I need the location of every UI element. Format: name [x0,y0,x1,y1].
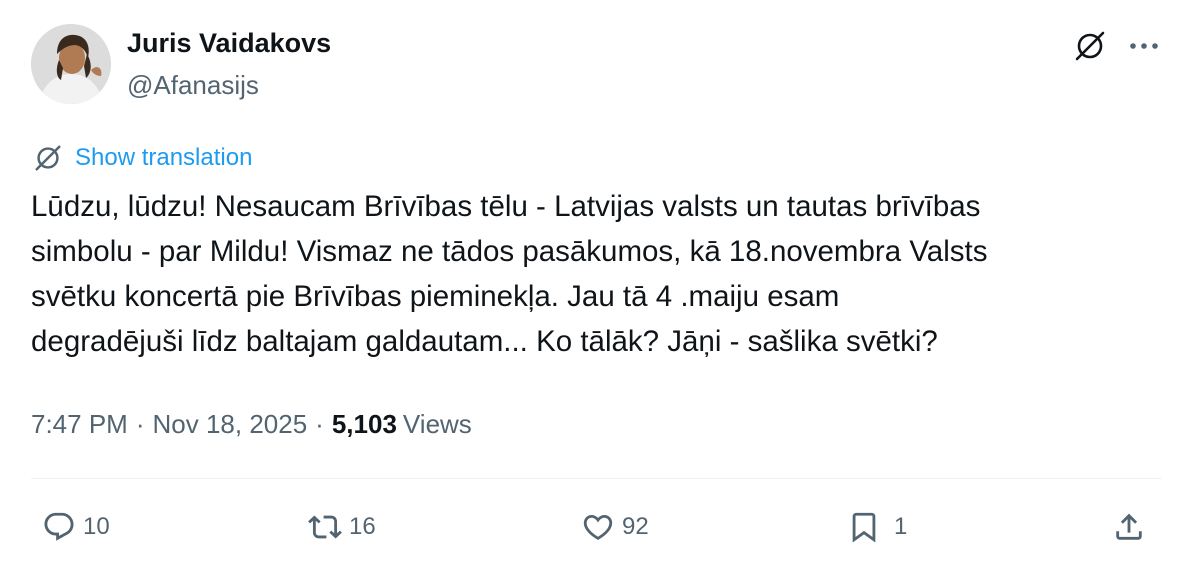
more-icon [1130,43,1158,49]
tweet-time[interactable]: 7:47 PM [31,409,128,440]
views-label: Views [402,409,472,439]
repost-count: 16 [349,513,376,540]
reply-icon [39,507,79,547]
tweet-date[interactable]: Nov 18, 2025 [153,409,308,440]
show-translation-link[interactable]: Show translation [31,140,252,176]
share-icon [1109,507,1149,547]
repost-button[interactable]: 16 [305,505,376,549]
repost-icon [305,507,345,547]
like-button[interactable]: 92 [578,505,649,549]
bookmark-icon [844,507,884,547]
avatar-image [31,24,111,104]
avatar[interactable] [31,24,111,104]
divider [31,478,1162,479]
bookmark-count: 1 [894,513,908,540]
meta-separator: · [135,409,145,439]
show-translation-label[interactable]: Show translation [75,144,252,172]
tweet-metadata: 7:47 PM · Nov 18, 2025 · 5,103 Views [31,409,472,440]
more-button[interactable] [1124,26,1164,66]
action-bar: 10 16 92 1 [31,505,1162,549]
views-count: 5,103 [331,409,397,439]
heart-icon [578,507,618,547]
translate-icon [31,141,65,175]
meta-separator: · [315,409,324,439]
tweet-text: Lūdzu, lūdzu! Nesaucam Brīvības tēlu - L… [31,190,988,358]
bookmark-button[interactable]: 1 [844,505,907,549]
reply-count: 10 [83,513,110,540]
grok-button[interactable] [1070,26,1110,66]
reply-button[interactable]: 10 [39,505,110,549]
like-count: 92 [622,513,649,540]
author-handle[interactable]: @Afanasijs [127,70,259,101]
share-button[interactable] [1109,505,1149,549]
author-display-name[interactable]: Juris Vaidakovs [127,28,331,59]
grok-icon [1075,31,1105,61]
